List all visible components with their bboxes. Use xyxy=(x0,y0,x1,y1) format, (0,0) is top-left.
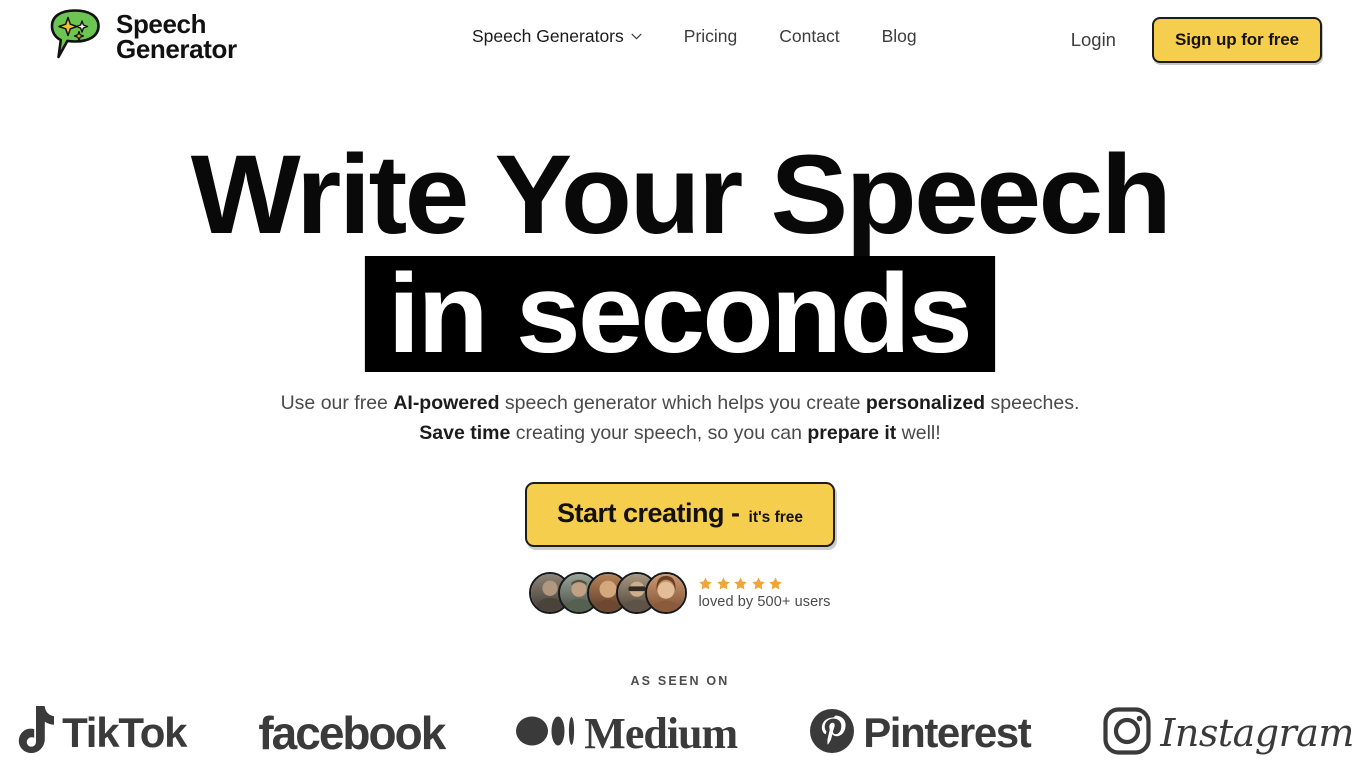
star-icon xyxy=(768,576,783,591)
subtitle-text: creating your speech, so you can xyxy=(510,422,808,444)
nav-label-contact: Contact xyxy=(779,26,840,46)
avatar-user-5 xyxy=(645,572,688,614)
subtitle-bold-personalized: personalized xyxy=(865,392,986,414)
nav-item-blog[interactable]: Blog xyxy=(882,26,917,47)
chevron-down-icon xyxy=(631,33,642,40)
signup-button[interactable]: Sign up for free xyxy=(1151,17,1322,63)
auth-actions: Login Sign up for free xyxy=(1071,17,1322,63)
nav-item-pricing[interactable]: Pricing xyxy=(684,26,738,47)
subtitle-bold-ai-powered: AI-powered xyxy=(393,392,500,414)
hero-cta-wrapper: Start creating - it's free xyxy=(0,482,1360,547)
subtitle-text: speeches. xyxy=(985,392,1080,414)
main-navigation: Speech Generators Pricing Contact Blog xyxy=(472,26,917,47)
facebook-wordmark: facebook xyxy=(258,707,446,759)
tiktok-wordmark: TikTok xyxy=(62,709,187,756)
instagram-logo: Instagram xyxy=(1102,706,1354,761)
cta-sub-label: it's free xyxy=(748,509,804,526)
star-rating xyxy=(698,576,830,591)
star-icon xyxy=(733,576,748,591)
brand-name-line2: Generator xyxy=(116,33,237,64)
medium-logo: Medium xyxy=(516,708,738,759)
brand-name-line1: Speech xyxy=(116,8,207,39)
subtitle-bold-prepare-it: prepare it xyxy=(807,422,897,444)
brand-name: Speech Generator xyxy=(116,8,237,64)
medium-wordmark: Medium xyxy=(584,708,738,758)
hero-subtitle-line1: Use our free AI-powered speech generator… xyxy=(281,392,1080,414)
nav-item-speech-generators[interactable]: Speech Generators xyxy=(472,26,642,47)
nav-label-pricing: Pricing xyxy=(683,26,738,46)
social-proof-text: loved by 500+ users xyxy=(698,594,831,610)
subtitle-text: well! xyxy=(896,422,941,444)
as-seen-on-label: AS SEEN ON xyxy=(630,674,730,688)
star-icon xyxy=(716,576,731,591)
social-proof: loved by 500+ users xyxy=(0,572,1360,614)
hero-heading-highlight: in seconds xyxy=(364,256,996,372)
star-icon xyxy=(698,576,713,591)
cta-main-label: Start creating - xyxy=(556,498,740,528)
site-header: Speech Generator Speech Generators Prici… xyxy=(0,0,1360,80)
instagram-wordmark: Instagram xyxy=(1160,711,1354,755)
subtitle-text: speech generator which helps you create xyxy=(499,392,866,414)
hero-subtitle-line2: Save time creating your speech, so you c… xyxy=(419,422,940,444)
login-link[interactable]: Login xyxy=(1071,29,1116,51)
nav-label-blog: Blog xyxy=(881,26,917,46)
subtitle-text: Use our free xyxy=(280,392,394,414)
hero-heading-line1: Write Your Speech xyxy=(190,132,1172,257)
subtitle-bold-save-time: Save time xyxy=(419,422,511,444)
star-icon xyxy=(751,576,766,591)
pinterest-p-icon xyxy=(809,708,855,759)
tiktok-logo: TikTok xyxy=(6,704,188,763)
speech-bubble-sparkle-logo-icon xyxy=(48,8,106,65)
avatar-group xyxy=(529,572,688,614)
as-seen-on-logos: TikTok facebook Medium Pinterest Instagr… xyxy=(0,702,1360,764)
nav-item-contact[interactable]: Contact xyxy=(779,26,839,47)
nav-label-speech-generators: Speech Generators xyxy=(472,26,624,46)
brand-logo-link[interactable]: Speech Generator xyxy=(48,8,237,65)
facebook-logo: facebook xyxy=(258,706,446,760)
medium-mark-icon xyxy=(516,714,576,753)
pinterest-logo: Pinterest xyxy=(809,708,1032,759)
instagram-camera-icon xyxy=(1102,706,1152,761)
hero-subtitle: Use our free AI-powered speech generator… xyxy=(0,388,1360,448)
pinterest-wordmark: Pinterest xyxy=(863,709,1032,756)
hero-heading-line2: in seconds xyxy=(0,256,1360,372)
start-creating-button[interactable]: Start creating - it's free xyxy=(524,482,836,547)
tiktok-note-icon xyxy=(6,704,56,763)
